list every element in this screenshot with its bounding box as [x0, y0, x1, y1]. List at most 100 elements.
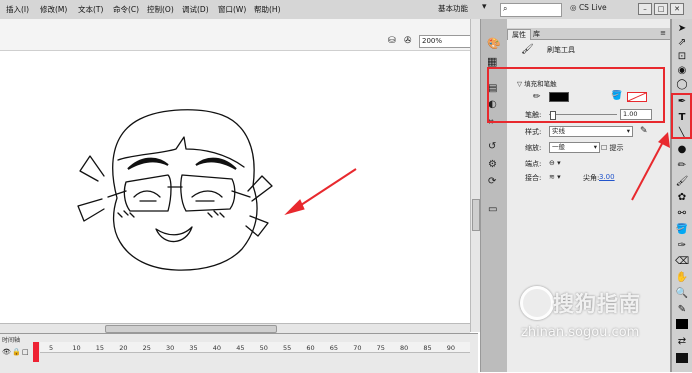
menu-modify[interactable]: 修改(M) [40, 4, 67, 15]
search-icon: ⌕ [503, 4, 508, 13]
panel-menu-icon[interactable]: ≡ [660, 29, 666, 37]
black-white-icon[interactable] [676, 353, 688, 363]
restore-button[interactable]: □ [654, 3, 668, 15]
hand-tool-icon[interactable]: ✋ [675, 271, 689, 285]
paint-bucket-tool-icon[interactable]: 🪣 [675, 223, 689, 237]
tool-name-label: 刷笔工具 [547, 46, 575, 54]
vertical-scrollbar[interactable] [470, 19, 480, 332]
frame-tick-label: 20 [119, 344, 128, 352]
selection-tool-icon[interactable]: ➤ [675, 22, 689, 36]
stage-canvas[interactable] [0, 51, 468, 329]
mouth [155, 226, 193, 243]
color-swatch-icon[interactable]: 🎨 [487, 37, 501, 50]
history-icon[interactable]: ↺ [488, 141, 496, 152]
menu-help[interactable]: 帮助(H) [254, 4, 281, 15]
cartoon-face-drawing [77, 109, 357, 271]
join-label: 接合: [525, 174, 542, 182]
cap-label: 端点: [525, 160, 542, 168]
brush-tool-icon: 🖌 [521, 44, 534, 55]
left-eyebrow [127, 157, 169, 170]
eraser-tool-icon[interactable]: ⌫ [675, 255, 689, 269]
vertical-scroll-thumb[interactable] [472, 199, 480, 231]
pencil-tool-icon[interactable]: ✏ [675, 159, 689, 173]
horizontal-scroll-thumb[interactable] [105, 325, 277, 333]
cheek-marks [117, 210, 225, 218]
cs-live-button[interactable]: ◎ CS Live [570, 3, 607, 12]
panel-tabs: 属性 库 ≡ [507, 28, 670, 40]
component-icon[interactable]: ⚙ [488, 159, 497, 170]
frame-tick-label: 55 [283, 344, 292, 352]
frame-tick-label: 5 [49, 344, 54, 352]
brush-tool-icon[interactable]: 🖌 [675, 175, 689, 189]
glasses-bridge [107, 186, 251, 198]
annotation-arrow-right [631, 132, 670, 201]
stroke-color-icon[interactable]: ✎ [675, 303, 689, 317]
menu-insert[interactable]: 插入(I) [6, 4, 29, 15]
chevron-down-icon: ▾ [482, 2, 487, 12]
frame-tick-label: 10 [72, 344, 81, 352]
workspace-switcher[interactable]: 基本功能 [438, 3, 468, 14]
minimize-button[interactable]: – [638, 3, 652, 15]
annotation-box-fill-stroke [487, 67, 665, 123]
frame-tick-label: 15 [95, 344, 105, 352]
frame-tick-label: 60 [306, 344, 315, 352]
free-transform-icon[interactable]: ⊡ [675, 50, 689, 64]
zoom-value: 200% [422, 37, 443, 45]
frame-tick-label: 40 [212, 344, 222, 352]
frame-tick-label: 30 [166, 344, 175, 352]
watermark-title: 搜狗指南 [553, 292, 641, 316]
search-input[interactable]: ⌕ [500, 3, 562, 17]
motion-icon[interactable]: ⟳ [488, 176, 496, 187]
project-icon[interactable]: ▭ [488, 204, 497, 215]
annotation-box-tools [671, 93, 692, 139]
timeline-label: 时间轴 [2, 337, 21, 344]
frame-tick-label: 50 [259, 344, 268, 352]
timeline-panel: 时间轴 👁 🔒 □ 5 10 15 20 25 30 35 40 45 50 55 60 65 70 75 8… [0, 333, 478, 373]
menu-bar: 插入(I) 修改(M) 文本(T) 命令(C) 控制(O) 调试(D) 窗口(W… [0, 0, 692, 20]
miter-label: 尖角: [583, 174, 600, 182]
eyedropper-tool-icon[interactable]: ✑ [675, 239, 689, 253]
frame-tick-label: 65 [329, 344, 339, 352]
head-outline [112, 109, 258, 271]
tab-properties[interactable]: 属性 [507, 29, 531, 40]
annotation-arrow [284, 168, 357, 215]
sogou-logo-icon [520, 286, 554, 320]
lasso-icon[interactable]: ◯ [675, 78, 689, 92]
menu-text[interactable]: 文本(T) [78, 4, 103, 15]
scale-select[interactable]: 一般 ▾ [549, 142, 600, 153]
deco-tool-icon[interactable]: ✿ [675, 191, 689, 205]
style-label: 样式: [525, 128, 542, 136]
cap-select[interactable]: ⊖ ▾ [549, 159, 561, 167]
menu-window[interactable]: 窗口(W) [218, 4, 246, 15]
edit-scene-icon[interactable]: ✇ [404, 36, 412, 46]
tab-library[interactable]: 库 [529, 29, 544, 39]
outline-icon[interactable]: □ [22, 348, 29, 356]
oval-tool-icon[interactable]: ● [675, 143, 689, 157]
menu-debug[interactable]: 调试(D) [182, 4, 209, 15]
left-ear-flaps [77, 155, 105, 222]
chevron-down-icon: ▾ [593, 143, 597, 151]
lock-icon[interactable]: 🔒 [12, 348, 21, 356]
eye-icon[interactable]: 👁 [2, 348, 11, 356]
style-value: 实线 [552, 127, 565, 135]
zoom-tool-icon[interactable]: 🔍 [675, 287, 689, 301]
close-button[interactable]: ✕ [670, 3, 684, 15]
menu-commands[interactable]: 命令(C) [113, 4, 139, 15]
frame-tick-label: 35 [189, 344, 198, 352]
scale-value: 一般 [552, 143, 565, 151]
frame-tick-label: 75 [376, 344, 385, 352]
watermark-url: zhinan.sogou.com [521, 325, 640, 340]
fill-color-icon[interactable] [676, 319, 688, 329]
subselection-tool-icon[interactable]: ⇗ [675, 36, 689, 50]
menu-control[interactable]: 控制(O) [147, 4, 174, 15]
horizontal-scrollbar[interactable] [0, 323, 470, 333]
playhead[interactable] [33, 342, 39, 362]
scale-label: 缩放: [525, 144, 542, 152]
frame-tick-label: 45 [236, 344, 245, 352]
swap-colors-icon[interactable]: ⇄ [675, 335, 689, 349]
bone-tool-icon[interactable]: ⚯ [675, 207, 689, 221]
right-eye [191, 190, 223, 198]
3d-rotation-icon[interactable]: ◉ [675, 64, 689, 78]
edit-symbols-icon[interactable]: ⛁ [388, 36, 396, 46]
join-select[interactable]: ≋ ▾ [549, 173, 561, 181]
